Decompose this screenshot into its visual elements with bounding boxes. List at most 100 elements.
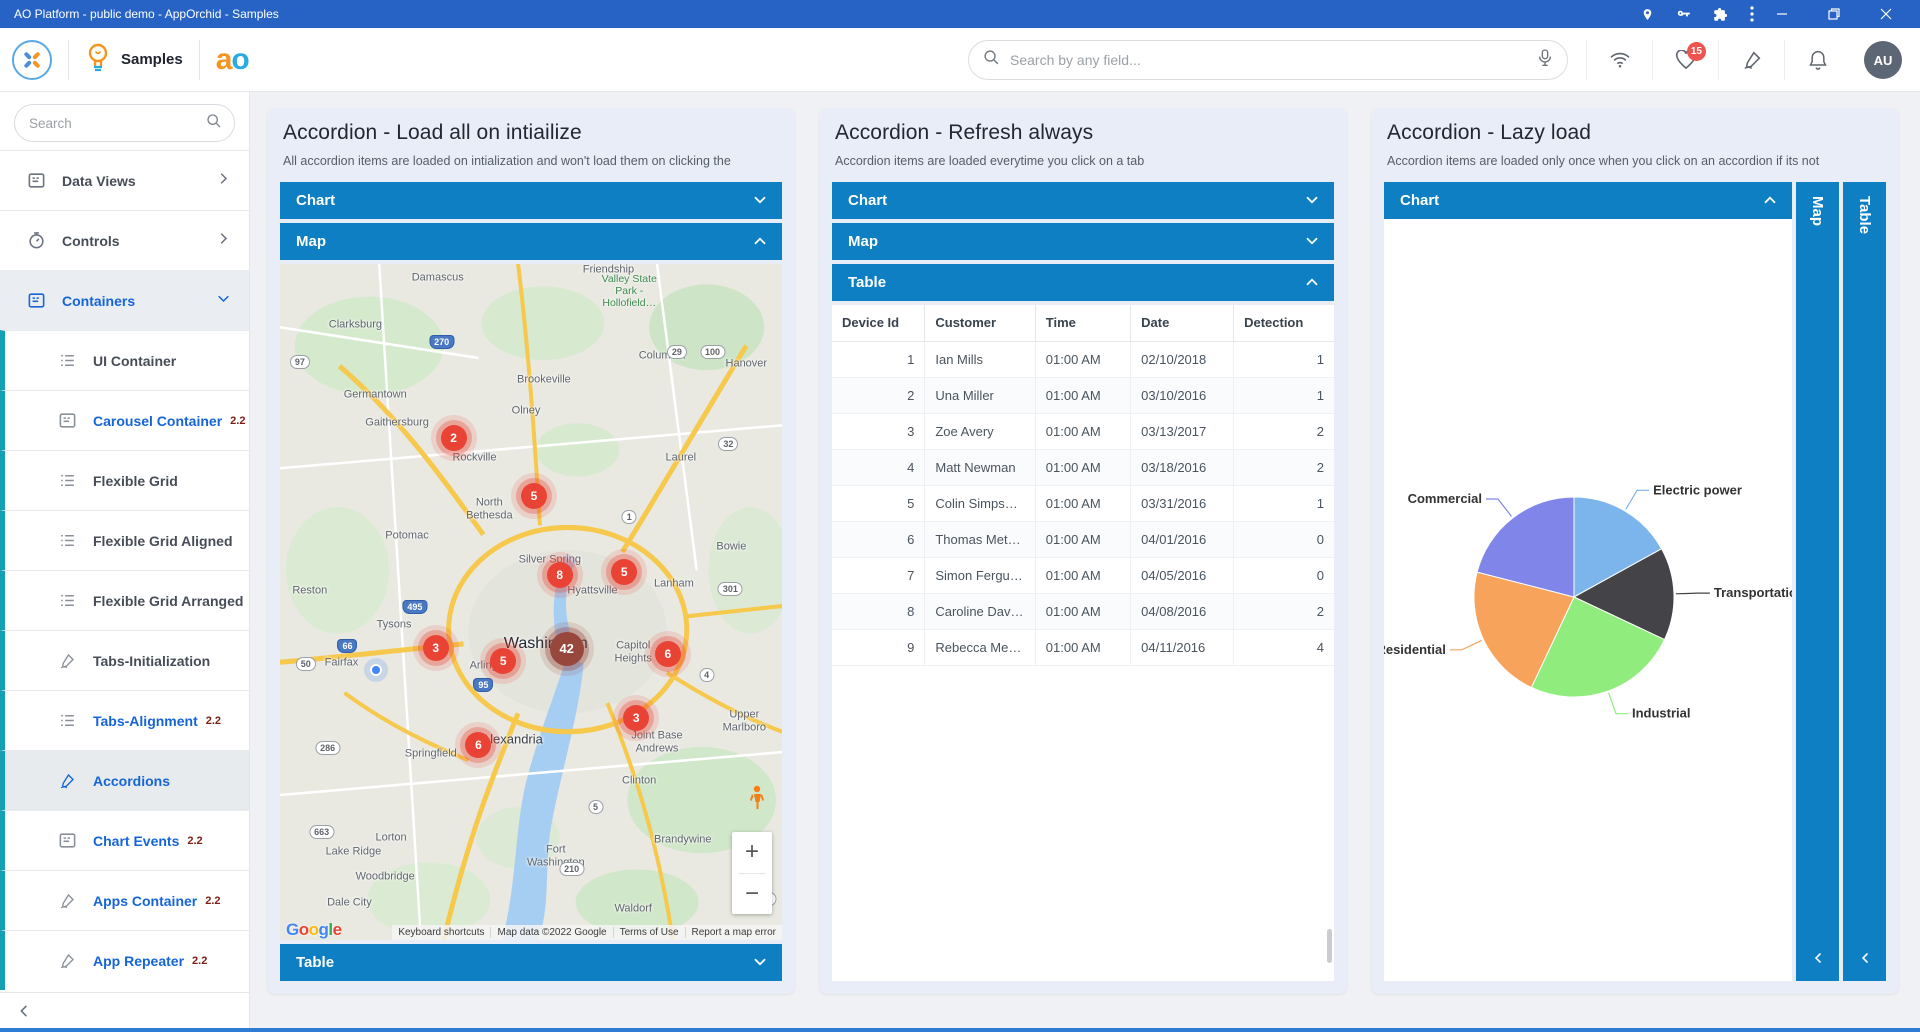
- panel-load-all-on-initialize: Accordion - Load all on intiailize All a…: [267, 108, 795, 994]
- pie-label-electric-power: Electric power: [1653, 482, 1742, 497]
- column-header-detection[interactable]: Detection: [1234, 305, 1334, 341]
- app-window: AO Platform - public demo - AppOrchid - …: [0, 0, 1920, 1032]
- sidebar-search-input[interactable]: [29, 116, 206, 131]
- sidebar-section-controls[interactable]: Controls: [0, 210, 249, 270]
- sidebar-item-apps-container[interactable]: Apps Container2.2: [0, 870, 249, 930]
- zoom-out-button[interactable]: −: [732, 874, 772, 915]
- sidebar-nav: Data ViewsControlsContainersUI Container…: [0, 150, 249, 992]
- wifi-icon[interactable]: [1586, 40, 1652, 80]
- table-row[interactable]: 7Simon Fergu…01:00 AM04/05/20160: [832, 557, 1334, 593]
- map-attr-map-data-2022-google: Map data ©2022 Google: [490, 927, 612, 938]
- column-header-customer[interactable]: Customer: [925, 305, 1035, 341]
- current-location-dot: [370, 664, 382, 676]
- sidebar-item-carousel-container[interactable]: Carousel Container2.2: [0, 390, 249, 450]
- global-search-input[interactable]: [1010, 52, 1527, 68]
- zoom-in-button[interactable]: +: [732, 832, 772, 873]
- table-row[interactable]: 6Thomas Met…01:00 AM04/01/20160: [832, 521, 1334, 557]
- cluster-marker-5[interactable]: 5: [521, 483, 547, 509]
- table-row[interactable]: 4Matt Newman01:00 AM03/18/20162: [832, 449, 1334, 485]
- pie-label-industrial: Industrial: [1632, 706, 1691, 721]
- restore-button[interactable]: [1828, 8, 1858, 20]
- card-icon: [57, 831, 77, 851]
- search-icon: [206, 113, 222, 134]
- sidebar-item-tabs-alignment[interactable]: Tabs-Alignment2.2: [0, 690, 249, 750]
- sidebar-search[interactable]: [14, 104, 235, 142]
- pegman-icon[interactable]: [749, 785, 765, 816]
- sidebar-section-containers[interactable]: Containers: [0, 270, 249, 330]
- sidebar-section-data-views[interactable]: Data Views: [0, 150, 249, 210]
- signature-pen-icon[interactable]: [1718, 40, 1784, 80]
- cluster-marker-3[interactable]: 3: [423, 635, 449, 661]
- chevron-down-icon: [216, 291, 231, 311]
- cluster-marker-42[interactable]: 42: [550, 632, 584, 666]
- accordion-header-chart[interactable]: Chart: [832, 182, 1334, 219]
- pie-chart: Electric powerTransportationIndustrialRe…: [1384, 219, 1792, 981]
- sidebar-item-flexible-grid-aligned[interactable]: Flexible Grid Aligned: [0, 510, 249, 570]
- sidebar-item-accordions[interactable]: Accordions: [0, 750, 249, 810]
- accordion-header-table[interactable]: Table: [280, 944, 782, 981]
- extensions-puzzle-icon[interactable]: [1713, 7, 1728, 22]
- sidebar-item-flexible-grid-arranged[interactable]: Flexible Grid Arranged: [0, 570, 249, 630]
- cluster-marker-2[interactable]: 2: [441, 425, 467, 451]
- accordion-header-chart[interactable]: Chart: [1384, 182, 1792, 219]
- cluster-marker-3[interactable]: 3: [623, 705, 649, 731]
- accordion-vertical-map[interactable]: Map: [1796, 182, 1839, 981]
- accordion-header-table[interactable]: Table: [832, 264, 1334, 301]
- map-attr-report-a-map-error[interactable]: Report a map error: [685, 927, 782, 938]
- sidebar-item-flexible-grid[interactable]: Flexible Grid: [0, 450, 249, 510]
- browser-menu-icon[interactable]: [1750, 6, 1754, 22]
- chevron-up-icon: [1761, 191, 1779, 213]
- chevron-right-icon: [216, 171, 231, 191]
- column-header-time[interactable]: Time: [1035, 305, 1130, 341]
- accordion-vertical-table[interactable]: Table: [1843, 182, 1886, 981]
- pie-label-residential: Residential: [1384, 642, 1446, 657]
- cluster-marker-6[interactable]: 6: [465, 732, 491, 758]
- panel-title: Accordion - Lazy load: [1387, 121, 1883, 145]
- map-attribution: Keyboard shortcutsMap data ©2022 GoogleT…: [392, 925, 782, 940]
- cluster-marker-5[interactable]: 5: [490, 648, 516, 674]
- version-badge: 2.2: [230, 415, 245, 427]
- map-zoom-control: + −: [732, 832, 772, 914]
- table-scrollbar[interactable]: [1327, 929, 1332, 963]
- stopwatch-icon: [26, 231, 46, 251]
- cluster-marker-8[interactable]: 8: [547, 562, 573, 588]
- map-attr-keyboard-shortcuts: Keyboard shortcuts: [392, 927, 490, 938]
- table-row[interactable]: 8Caroline Dav…01:00 AM04/08/20162: [832, 593, 1334, 629]
- user-avatar[interactable]: AU: [1864, 41, 1902, 79]
- panel-subtitle: Accordion items are loaded only once whe…: [1387, 154, 1883, 168]
- accordion-header-chart[interactable]: Chart: [280, 182, 782, 219]
- accordion-header-map[interactable]: Map: [832, 223, 1334, 260]
- sidebar: Data ViewsControlsContainersUI Container…: [0, 92, 250, 1028]
- list-icon: [57, 711, 77, 731]
- close-button[interactable]: [1880, 8, 1910, 20]
- google-map[interactable]: DamascusClarksburgFriendshipValley State…: [280, 264, 782, 940]
- sidebar-item-tabs-initialization[interactable]: Tabs-Initialization: [0, 630, 249, 690]
- microphone-icon[interactable]: [1537, 48, 1553, 73]
- table-row[interactable]: 5Colin Simps…01:00 AM03/31/20161: [832, 485, 1334, 521]
- map-footer: Google Keyboard shortcutsMap data ©2022 …: [280, 925, 782, 940]
- key-icon[interactable]: [1676, 7, 1691, 22]
- cluster-marker-6[interactable]: 6: [655, 641, 681, 667]
- column-header-date[interactable]: Date: [1131, 305, 1234, 341]
- sidebar-item-app-repeater[interactable]: App Repeater2.2: [0, 930, 249, 990]
- platform-logo-icon[interactable]: [12, 40, 52, 80]
- notifications-bell-icon[interactable]: [1784, 40, 1850, 80]
- sidebar-item-chart-events[interactable]: Chart Events2.2: [0, 810, 249, 870]
- cluster-marker-5[interactable]: 5: [611, 559, 637, 585]
- table-row[interactable]: 1Ian Mills01:00 AM02/10/20181: [832, 341, 1334, 377]
- table-row[interactable]: 9Rebecca Me…01:00 AM04/11/20164: [832, 629, 1334, 665]
- list-icon: [57, 471, 77, 491]
- location-pin-icon[interactable]: [1641, 7, 1654, 22]
- column-header-device-id[interactable]: Device Id: [832, 305, 925, 341]
- map-attr-terms-of-use[interactable]: Terms of Use: [613, 927, 685, 938]
- global-search[interactable]: [968, 40, 1568, 80]
- table-row[interactable]: 3Zoe Avery01:00 AM03/13/20172: [832, 413, 1334, 449]
- table-header-row: Device IdCustomerTimeDateDetection: [832, 305, 1334, 341]
- favorites-heart-icon[interactable]: 15: [1652, 40, 1718, 80]
- sidebar-item-ui-container[interactable]: UI Container: [0, 330, 249, 390]
- sidebar-collapse-bar[interactable]: [0, 992, 249, 1028]
- card-icon: [26, 291, 46, 311]
- table-row[interactable]: 2Una Miller01:00 AM03/10/20161: [832, 377, 1334, 413]
- accordion-header-map[interactable]: Map: [280, 223, 782, 260]
- minimize-button[interactable]: [1776, 8, 1806, 20]
